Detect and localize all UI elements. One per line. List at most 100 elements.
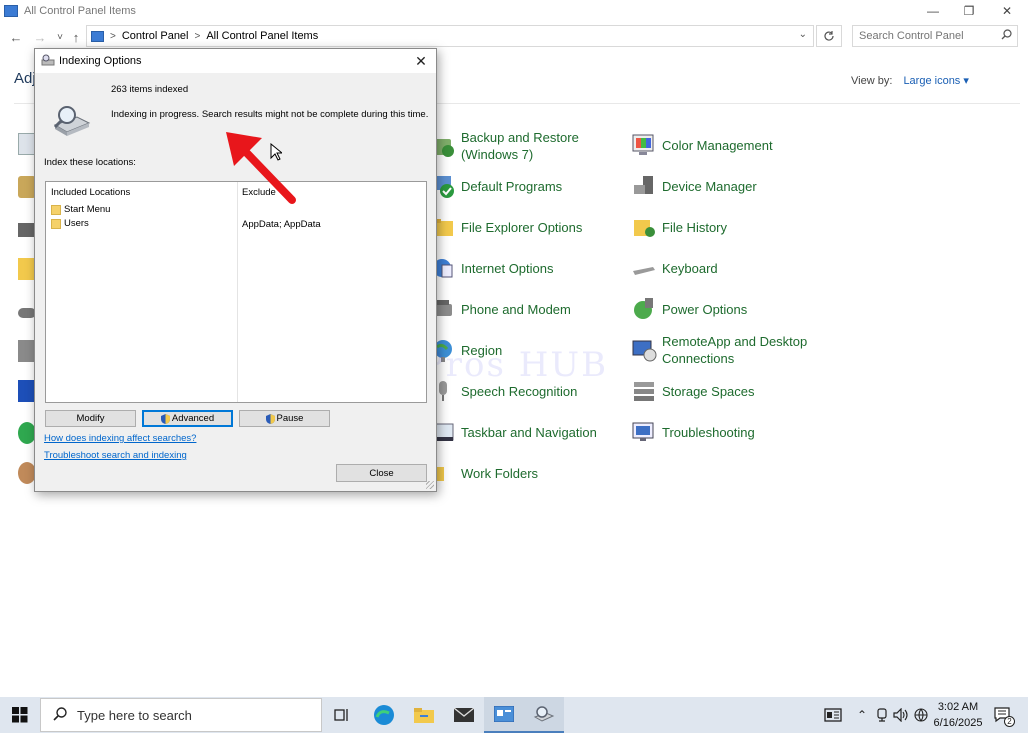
cp-item-file-explorer-options[interactable]: File Explorer Options [430,214,582,240]
show-hidden-icons-chevron-icon[interactable]: ⌃ [854,697,870,733]
list-item[interactable]: Users [51,218,89,229]
cp-item-backup-restore[interactable]: Backup and Restore (Windows 7) [430,129,620,163]
close-button[interactable]: Close [336,464,427,482]
task-view-icon[interactable] [322,697,362,733]
view-by-dropdown[interactable]: Large icons ▾ [903,75,968,87]
volume-icon[interactable] [892,697,910,733]
location-name: Users [64,218,89,229]
search-icon [53,706,67,724]
news-widget-icon[interactable] [820,697,846,733]
notification-count-badge: 2 [1004,716,1015,727]
list-item[interactable]: Start Menu [51,204,110,215]
file-explorer-icon[interactable] [404,697,444,733]
cp-item-default-programs[interactable]: Default Programs [430,173,562,199]
control-panel-small-icon [91,30,104,42]
taskbar: Type here to search ⌃ 3:02 AM 6/16/2025 … [0,697,1028,733]
breadcrumb-all-items[interactable]: All Control Panel Items [206,30,318,42]
indexing-options-dialog: Indexing Options ✕ 263 items indexed Ind… [34,48,437,492]
mail-icon[interactable] [444,697,484,733]
cp-item-label: Default Programs [461,178,563,194]
advanced-button-label: Advanced [171,413,215,424]
cp-item-device-manager[interactable]: Device Manager [631,173,757,199]
advanced-button[interactable]: Advanced [142,410,233,427]
cp-item-label: Power Options [662,301,748,317]
system-clock[interactable]: 3:02 AM 6/16/2025 [932,699,984,731]
minimize-button[interactable]: — [914,0,952,22]
network-globe-icon[interactable] [912,697,930,733]
notifications-icon[interactable]: 2 [990,697,1016,733]
refresh-icon[interactable] [816,25,842,47]
cp-item-label: Color Management [662,137,773,153]
cp-item-keyboard[interactable]: Keyboard [631,255,718,281]
indexing-affect-link[interactable]: How does indexing affect searches? [44,433,196,444]
control-panel-taskbar-icon[interactable] [484,697,524,733]
cp-item-color-management[interactable]: Color Management [631,132,773,158]
troubleshooting-icon [631,419,657,445]
clock-time: 3:02 AM [937,701,979,713]
troubleshoot-link[interactable]: Troubleshoot search and indexing [44,450,187,461]
meet-now-icon[interactable] [874,697,890,733]
windows-start-icon[interactable] [0,697,40,733]
edge-browser-icon[interactable] [364,697,404,733]
close-window-button[interactable]: ✕ [988,0,1026,22]
folder-icon [51,218,61,229]
cp-item-internet-options[interactable]: Internet Options [430,255,554,281]
cp-item-label: Backup and Restore (Windows 7) [461,130,579,162]
cp-item-label: Troubleshooting [662,424,755,440]
page-heading: Adj [14,70,36,87]
indexing-magnifier-icon [51,99,93,140]
cp-item-work-folders[interactable]: Work Folders [430,460,538,486]
uac-shield-icon [160,413,170,424]
file-history-icon [631,214,657,240]
forward-arrow-icon[interactable]: → [32,28,48,46]
device-manager-icon [631,173,657,199]
restore-button[interactable]: ❐ [950,0,988,22]
storage-spaces-icon [631,378,657,404]
window-titlebar: All Control Panel Items [0,0,1028,22]
cp-item-label: Phone and Modem [461,301,571,317]
cp-item-label: File History [662,219,728,235]
color-management-icon [631,132,657,158]
cp-item-label: Internet Options [461,260,554,276]
search-icon[interactable] [1001,29,1012,43]
address-field[interactable]: > Control Panel > All Control Panel Item… [86,25,814,47]
dialog-titlebar: Indexing Options [35,49,436,73]
cp-item-storage-spaces[interactable]: Storage Spaces [631,378,755,404]
taskbar-search-box[interactable]: Type here to search [40,698,322,732]
search-input[interactable] [853,27,993,45]
cp-item-taskbar-navigation[interactable]: Taskbar and Navigation [430,419,597,445]
dialog-close-icon[interactable]: ✕ [412,52,430,70]
up-arrow-icon[interactable]: ↑ [68,28,84,46]
indexing-status: Indexing in progress. Search results mig… [111,109,429,120]
folder-icon [51,204,61,215]
cp-item-label: RemoteApp and Desktop Connections [662,334,808,366]
back-arrow-icon[interactable]: ← [8,28,24,46]
cp-item-file-history[interactable]: File History [631,214,727,240]
column-header-included[interactable]: Included Locations [51,187,130,198]
cp-item-remoteapp[interactable]: RemoteApp and Desktop Connections [631,333,831,367]
resize-grip[interactable] [426,481,434,489]
location-exclude: AppData; AppData [242,219,321,230]
cp-item-phone-modem[interactable]: Phone and Modem [430,296,571,322]
modify-button[interactable]: Modify [45,410,136,427]
pause-button-label: Pause [276,413,304,424]
cp-item-power-options[interactable]: Power Options [631,296,747,322]
dialog-title: Indexing Options [59,55,142,67]
clock-date: 6/16/2025 [933,717,983,729]
indexing-options-taskbar-icon[interactable] [524,697,564,733]
index-locations-list[interactable]: Included Locations Exclude Start Menu Us… [45,181,427,403]
cp-item-label: File Explorer Options [461,219,583,235]
cp-item-label: Keyboard [662,260,718,276]
cp-item-troubleshooting[interactable]: Troubleshooting [631,419,755,445]
search-control-panel[interactable] [852,25,1018,47]
pause-button[interactable]: Pause [239,410,330,427]
taskbar-search-placeholder: Type here to search [77,707,192,723]
indexing-small-icon [41,54,55,69]
cp-item-label: Taskbar and Navigation [461,424,597,440]
address-dropdown-chevron-icon[interactable]: ⌄ [799,29,807,40]
recent-locations-chevron-icon[interactable]: ˅ [52,28,68,46]
breadcrumb-separator: > [194,30,201,42]
address-bar-row: ← → ˅ ↑ > Control Panel > All Control Pa… [0,24,1028,50]
breadcrumb-control-panel[interactable]: Control Panel [122,30,189,42]
index-locations-label: Index these locations: [44,157,136,168]
